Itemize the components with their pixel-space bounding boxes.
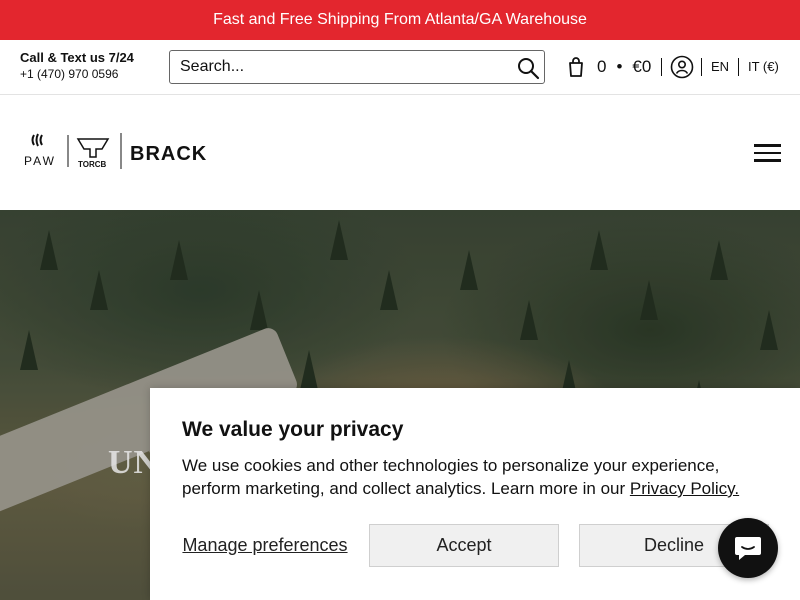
accept-button[interactable]: Accept [369,524,559,567]
cookie-title: We value your privacy [182,418,404,441]
contact-call-text: Call & Text us 7/24 [20,50,134,65]
chat-button[interactable] [718,518,778,578]
account-icon[interactable] [670,55,694,79]
cookie-text: We use cookies and other technologies to… [182,454,772,500]
hamburger-menu-icon[interactable] [754,144,781,162]
search-box [169,50,545,84]
header-main: PAW TORCB BRACK [0,95,800,210]
logo-brand-2: TORCB [78,160,107,169]
chat-bubble-icon [735,537,761,560]
divider [738,58,739,76]
cart-separator: • [616,57,623,76]
divider [661,58,662,76]
announcement-text: Fast and Free Shipping From Atlanta/GA W… [213,11,587,28]
header-top: Call & Text us 7/24 +1 (470) 970 0596 0 … [0,40,800,95]
cart-total: €0 [632,57,652,76]
contact-phone[interactable]: +1 (470) 970 0596 [20,66,134,83]
divider [701,58,702,76]
search-icon[interactable] [516,56,540,80]
announcement-bar: Fast and Free Shipping From Atlanta/GA W… [0,0,800,40]
language-selector[interactable]: EN [711,59,729,74]
cart-count: 0 [597,57,607,76]
search-input[interactable] [170,51,510,83]
currency-selector[interactable]: IT (€) [748,59,779,74]
brand-logo[interactable]: PAW TORCB BRACK [22,131,208,171]
logo-brand-3: BRACK [130,143,207,165]
cart-icon [569,57,583,77]
contact-info: Call & Text us 7/24 +1 (470) 970 0596 [20,49,134,83]
cookie-banner: We value your privacy We use cookies and… [150,388,800,600]
cart-button[interactable]: 0 • €0 [565,54,651,80]
logo-brand-1: PAW [24,154,56,168]
manage-preferences-button[interactable]: Manage preferences [182,524,348,567]
privacy-policy-link[interactable]: Privacy Policy. [630,479,739,498]
